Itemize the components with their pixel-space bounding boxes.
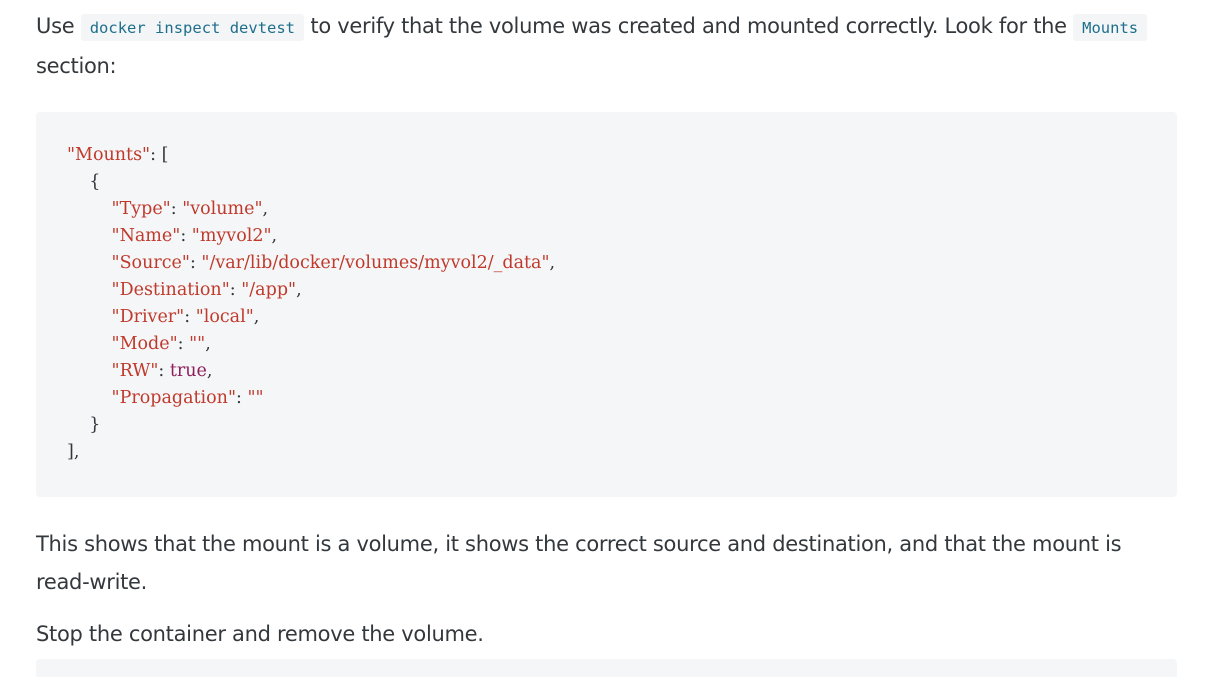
type-value: "volume": [182, 199, 263, 219]
driver-key: "Driver": [111, 307, 185, 327]
intro-text-middle: to verify that the volume was created an…: [304, 14, 1074, 38]
destination-value: "/app": [241, 280, 297, 300]
destination-end: ,: [296, 280, 302, 300]
propagation-key: "Propagation": [111, 388, 236, 408]
type-end: ,: [262, 199, 269, 219]
mounts-key: "Mounts": [67, 145, 151, 165]
intro-text-after: section:: [36, 54, 117, 78]
mode-value: "": [189, 334, 206, 354]
name-end: ,: [271, 226, 278, 246]
close-brace: }: [67, 415, 101, 435]
intro-paragraph: Use docker inspect devtest to verify tha…: [36, 0, 1177, 85]
inline-code-mounts[interactable]: Mounts: [1073, 14, 1148, 41]
instruction-paragraph: Stop the container and remove the volume…: [36, 622, 484, 646]
rw-value: true: [169, 361, 207, 381]
source-end: ,: [549, 253, 556, 273]
type-sep: :: [170, 199, 183, 219]
destination-key: "Destination": [111, 280, 230, 300]
mounts-open: : [: [150, 145, 169, 165]
driver-end: ,: [253, 307, 260, 327]
driver-sep: :: [184, 307, 196, 327]
driver-value: "local": [195, 307, 254, 327]
rw-end: ,: [206, 361, 213, 381]
name-key: "Name": [111, 226, 181, 246]
propagation-value: "": [247, 388, 264, 408]
json-code: "Mounts": [ { "Type": "volume", "Name": …: [67, 142, 555, 466]
source-sep: :: [189, 253, 202, 273]
close-bracket: ],: [67, 442, 80, 462]
destination-sep: :: [229, 280, 242, 300]
explanation-paragraph: This shows that the mount is a volume, i…: [36, 532, 1122, 594]
mode-end: ,: [205, 334, 211, 354]
next-code-block[interactable]: [36, 659, 1177, 677]
type-key: "Type": [111, 199, 171, 219]
open-brace: {: [67, 172, 101, 192]
inline-code-docker-inspect[interactable]: docker inspect devtest: [80, 14, 305, 41]
name-sep: :: [180, 226, 192, 246]
json-code-block[interactable]: "Mounts": [ { "Type": "volume", "Name": …: [36, 112, 1177, 497]
source-key: "Source": [111, 253, 190, 273]
mode-key: "Mode": [111, 334, 178, 354]
propagation-sep: :: [236, 388, 248, 408]
rw-sep: :: [158, 361, 170, 381]
source-value: "/var/lib/docker/volumes/myvol2/_data": [201, 253, 550, 273]
name-value: "myvol2": [191, 226, 272, 246]
mode-sep: :: [177, 334, 190, 354]
documentation-content: Use docker inspect devtest to verify tha…: [36, 0, 1177, 677]
rw-key: "RW": [111, 361, 159, 381]
intro-text-before: Use: [36, 14, 81, 38]
